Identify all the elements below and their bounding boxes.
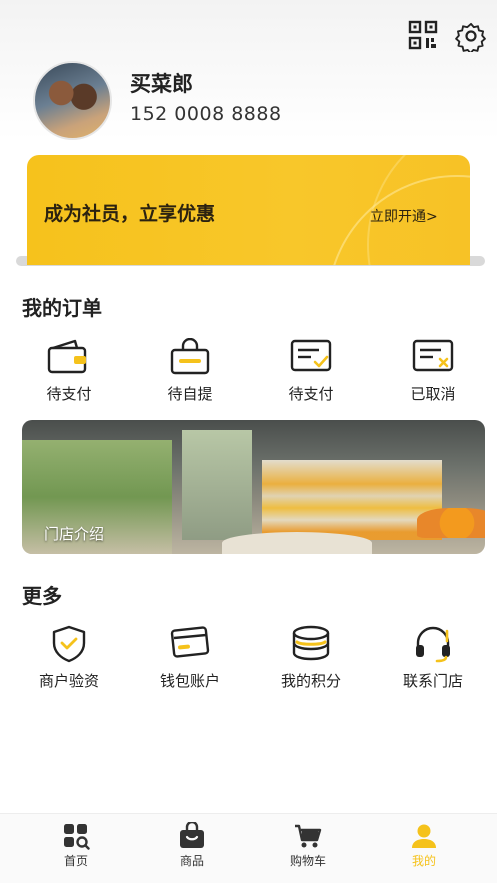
avatar[interactable] [33,61,112,140]
more-section-title: 更多 [22,584,62,608]
tab-label: 购物车 [289,854,326,868]
gear-icon [455,22,486,55]
qr-code-icon [408,20,438,50]
member-open-link[interactable]: 立即开通> [370,206,438,226]
store-intro-label: 门店介绍 [44,525,105,543]
store-photo-counter [222,532,372,554]
tab-label: 商品 [179,854,204,868]
my-points[interactable]: 我的积分 [261,625,361,691]
card-icon [170,626,210,658]
merchant-verify[interactable]: 商户验资 [19,625,119,691]
more-item-label: 商户验资 [38,672,99,690]
order-pending-payment[interactable]: 待支付 [19,338,119,404]
store-photo-fruit-rack [262,460,442,540]
member-banner[interactable]: 成为社员，立享优惠 立即开通> [27,155,470,265]
qr-code-button[interactable] [408,20,438,50]
cart-icon [295,824,322,848]
receipt-check-icon [290,339,332,372]
coins-icon [292,625,330,661]
settings-button[interactable] [455,20,487,55]
user-name: 买菜郎 [130,72,193,96]
order-item-label: 待自提 [167,385,213,403]
goods-bag-icon [180,822,204,848]
order-pending-payment-2[interactable]: 待支付 [261,338,361,404]
contact-store[interactable]: 联系门店 [383,625,483,691]
home-grid-icon [64,824,90,850]
shopping-bag-icon [170,338,210,375]
store-photo-oranges [417,508,485,538]
order-item-label: 待支付 [288,385,334,403]
tab-cart[interactable]: 购物车 [268,822,348,869]
order-cancelled[interactable]: 已取消 [383,338,483,404]
more-item-label: 联系门店 [402,672,463,690]
wallet-icon [47,339,87,374]
headset-icon [416,626,450,663]
tab-home[interactable]: 首页 [36,822,116,869]
order-pending-pickup[interactable]: 待自提 [140,338,240,404]
more-item-label: 钱包账户 [159,672,220,690]
tab-goods[interactable]: 商品 [152,822,232,869]
bottom-tab-bar: 首页 商品 购物车 我的 [0,813,497,883]
tab-mine[interactable]: 我的 [384,822,464,869]
member-banner-title: 成为社员，立享优惠 [44,203,216,225]
order-item-label: 待支付 [46,385,92,403]
orders-section-title: 我的订单 [22,296,102,320]
more-item-label: 我的积分 [280,672,341,690]
tab-label: 我的 [411,854,436,868]
shield-check-icon [52,625,86,663]
order-item-label: 已取消 [410,385,456,403]
user-phone: 152 0008 8888 [130,103,282,125]
store-photo-shelf [182,430,252,540]
wallet-account[interactable]: 钱包账户 [140,625,240,691]
user-icon [412,824,436,848]
tab-label: 首页 [63,854,88,868]
store-intro-banner[interactable]: 门店介绍 [22,420,485,554]
receipt-cancel-icon [412,339,454,372]
